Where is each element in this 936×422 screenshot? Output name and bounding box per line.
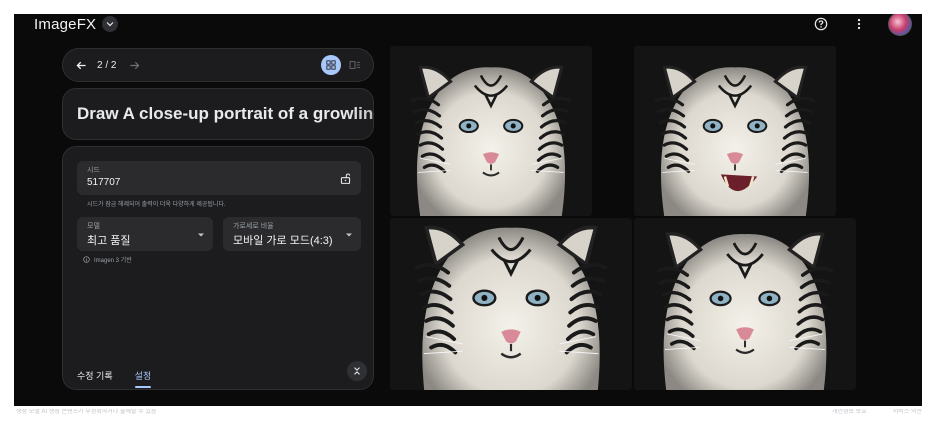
- seed-lock-button[interactable]: [337, 170, 353, 186]
- settings-panel: 시드 517707 시드가 잠금 해제되어 출력이 더욱 다양하게 제공됩니다.…: [62, 146, 374, 390]
- app-name: ImageFX: [34, 15, 97, 33]
- previous-button[interactable]: [73, 57, 89, 73]
- tiger-image-2: [634, 46, 836, 216]
- aspect-ratio-value: 모바일 가로 모드(4:3): [233, 235, 333, 247]
- privacy-link[interactable]: 개인정보 보호: [832, 409, 867, 415]
- model-value: 최고 품질: [87, 235, 131, 247]
- tiger-image-3: [390, 218, 632, 390]
- account-avatar[interactable]: [888, 14, 912, 36]
- chevron-down-icon: [106, 22, 114, 27]
- dropdown-caret-icon: [346, 233, 352, 237]
- info-icon: [83, 256, 90, 263]
- next-button[interactable]: [126, 57, 142, 73]
- help-button[interactable]: [812, 15, 830, 33]
- list-view-button[interactable]: [345, 55, 365, 75]
- model-select[interactable]: 모델 최고 품질: [77, 217, 213, 251]
- unlock-icon: [340, 173, 350, 184]
- tab-edit-history[interactable]: 수정 기록: [77, 369, 113, 388]
- imagefx-app: ImageFX 2 / 2 Draw A close-up portrait o…: [14, 14, 922, 406]
- arrow-right-icon: [130, 61, 140, 69]
- disclaimer-text: 생성 모델 AI 생성 콘텐츠가 부정확하거나 불쾌할 수 있음: [16, 409, 157, 415]
- more-vert-icon: [857, 18, 861, 30]
- aspect-ratio-label: 가로세로 비율: [233, 223, 274, 230]
- grid-view-button[interactable]: [321, 55, 341, 75]
- seed-label: 시드: [87, 167, 100, 174]
- generated-image-1[interactable]: [390, 46, 592, 216]
- seed-field[interactable]: 시드 517707: [77, 161, 361, 195]
- image-counter: 2 / 2: [97, 59, 117, 71]
- model-note-text: Imagen 3 기반: [94, 258, 132, 264]
- help-icon: [814, 17, 828, 31]
- more-options-button[interactable]: [850, 15, 868, 33]
- footer-links: 개인정보 보호 서비스 약관: [832, 409, 922, 415]
- prompt-box[interactable]: Draw A close-up portrait of a growling w…: [62, 88, 374, 140]
- view-mode-toggle: [321, 55, 365, 75]
- model-label: 모델: [87, 223, 100, 230]
- grid-view-icon: [326, 60, 336, 70]
- list-view-icon: [349, 61, 360, 69]
- unfold-less-icon: [354, 367, 360, 375]
- header-actions: [812, 14, 912, 36]
- collapse-panel-button[interactable]: [347, 361, 367, 381]
- seed-value: 517707: [87, 177, 121, 188]
- panel-tabs: 수정 기록 설정: [77, 369, 151, 388]
- model-note: Imagen 3 기반: [83, 255, 132, 264]
- generated-image-3[interactable]: [390, 218, 632, 390]
- tab-settings[interactable]: 설정: [134, 369, 151, 388]
- prompt-text: Draw A close-up portrait of a growling w…: [77, 104, 374, 123]
- dropdown-caret-icon: [198, 233, 204, 237]
- app-brand: ImageFX: [34, 14, 119, 34]
- generated-image-4[interactable]: [634, 218, 856, 390]
- aspect-ratio-select[interactable]: 가로세로 비율 모바일 가로 모드(4:3): [223, 217, 361, 251]
- tiger-image-1: [390, 46, 592, 216]
- terms-link[interactable]: 서비스 약관: [893, 409, 922, 415]
- image-navigation-bar: 2 / 2: [62, 48, 374, 82]
- app-switcher-button[interactable]: [102, 16, 119, 32]
- generated-image-2[interactable]: [634, 46, 836, 216]
- arrow-left-icon: [76, 61, 86, 69]
- seed-help-text: 시드가 잠금 해제되어 출력이 더욱 다양하게 제공됩니다.: [87, 202, 226, 208]
- tiger-image-4: [634, 218, 856, 390]
- image-grid: [390, 46, 920, 390]
